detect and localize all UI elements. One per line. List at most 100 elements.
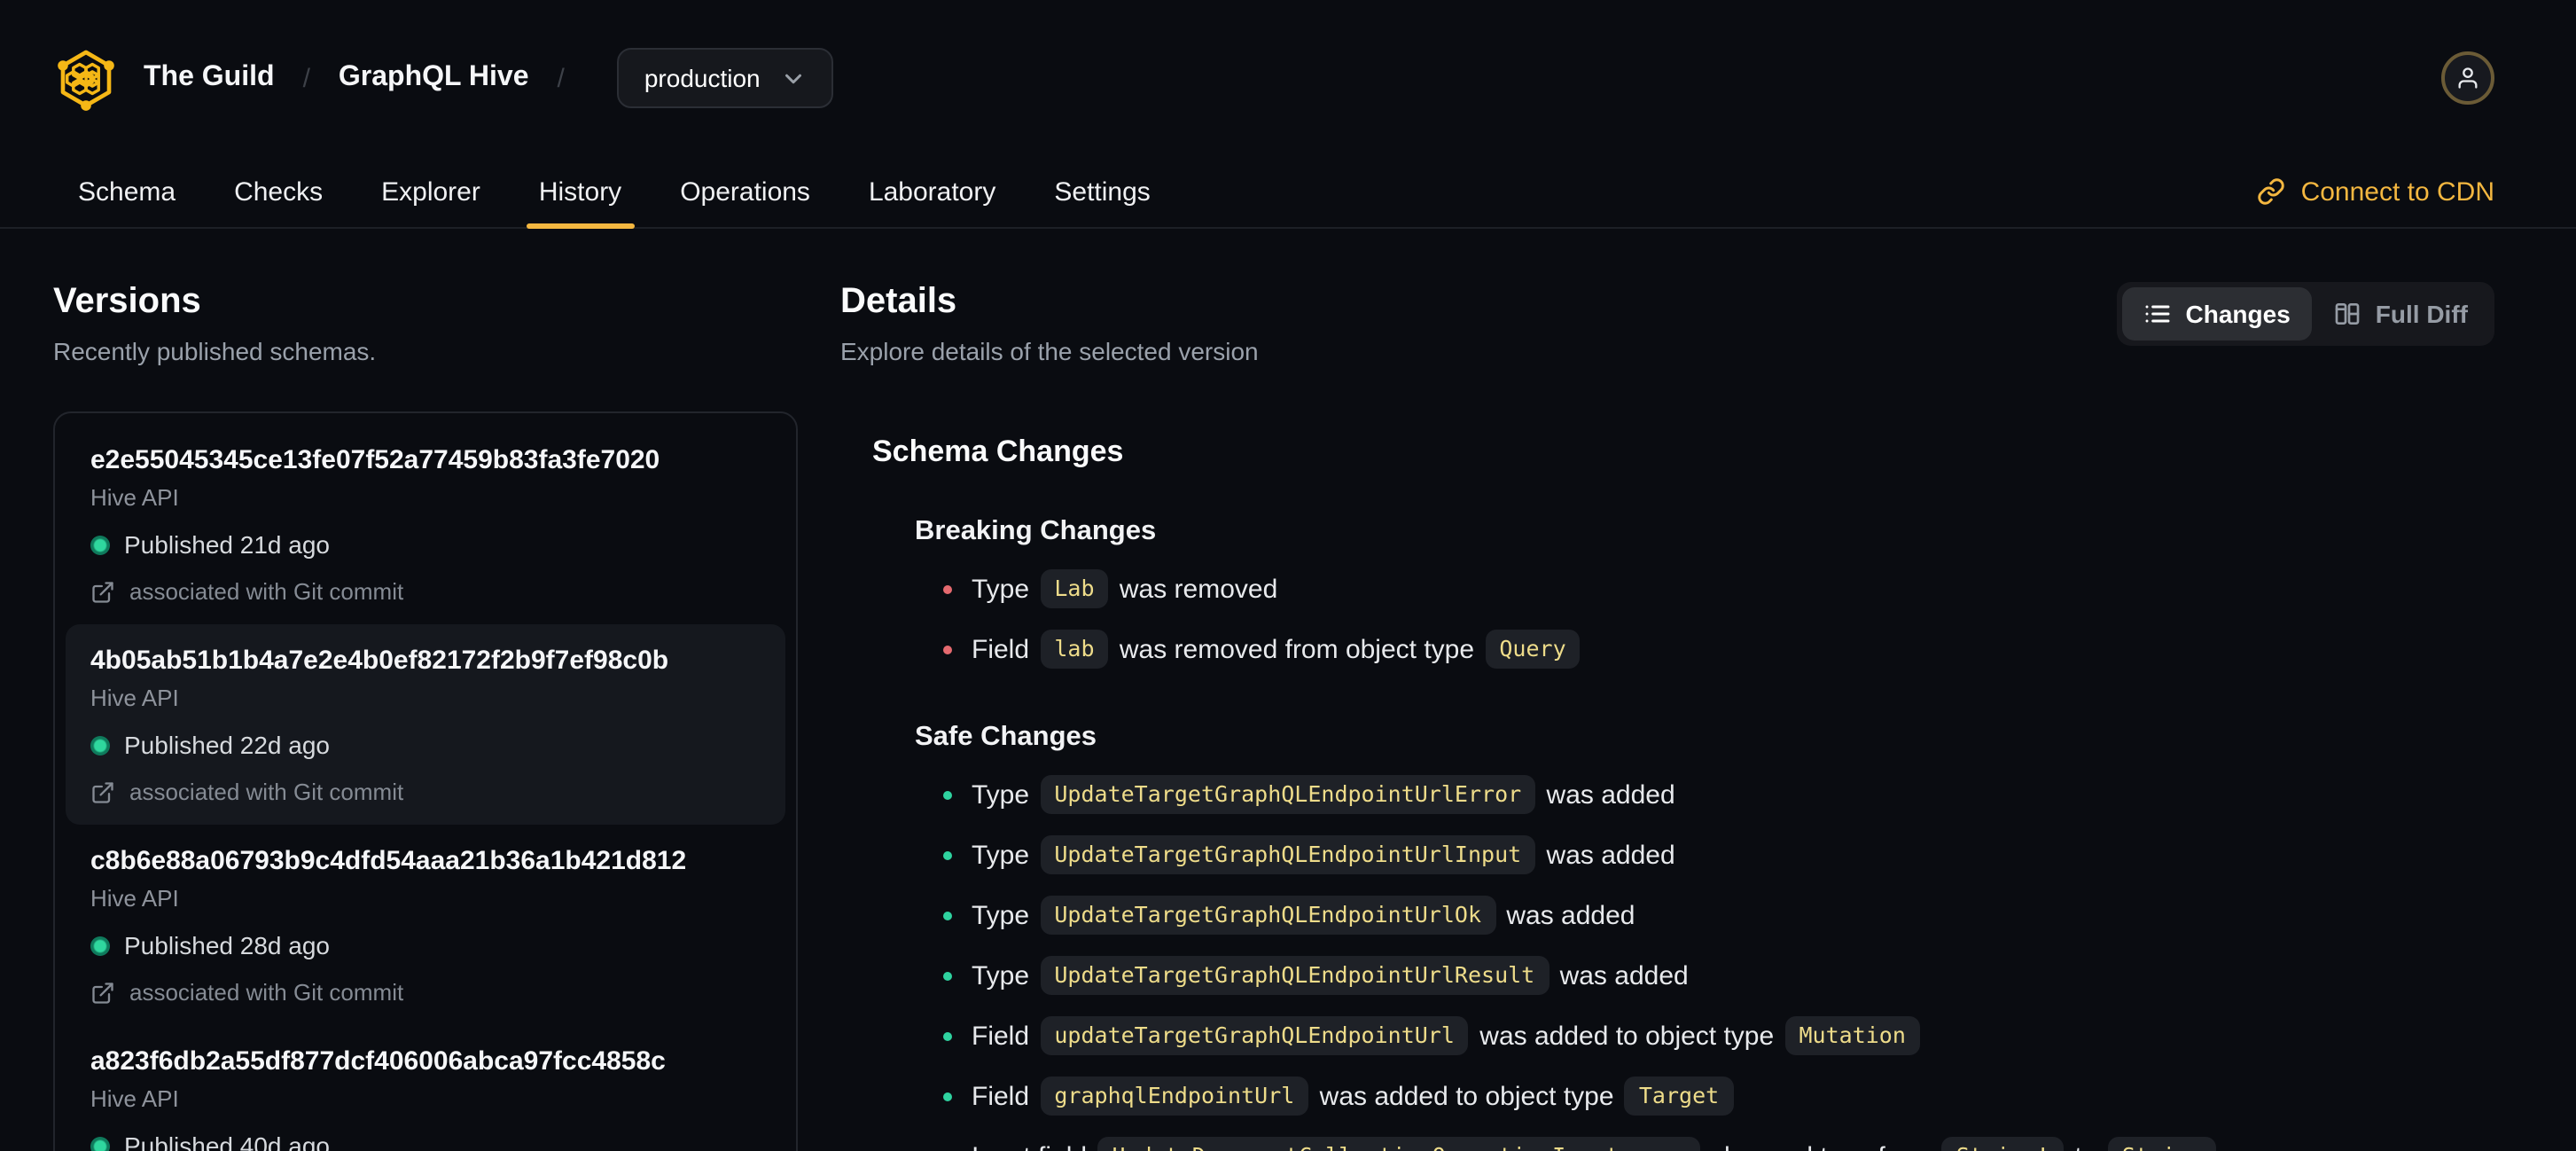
published-dot-icon	[90, 736, 110, 756]
change-row: Type Lab was removed	[943, 566, 2494, 615]
version-list: e2e55045345ce13fe07f52a77459b83fa3fe7020…	[53, 411, 798, 1151]
version-list-item[interactable]: 4b05ab51b1b4a7e2e4b0ef82172f2b9f7ef98c0b…	[66, 624, 785, 825]
version-service: Hive API	[90, 484, 179, 511]
change-section-name: Safe Changes	[915, 722, 1097, 752]
change-row: Field updateTargetGraphQLEndpointUrl was…	[943, 1013, 2494, 1062]
user-icon	[2455, 66, 2480, 90]
changes-view-label: Changes	[2185, 300, 2291, 328]
version-list-item[interactable]: a823f6db2a55df877dcf406006abca97fcc4858c…	[66, 1025, 785, 1151]
change-text: was added	[1539, 841, 1675, 871]
view-toggle: Changes Full Diff	[2116, 282, 2494, 346]
code-chip: graphqlEndpointUrl	[1040, 1077, 1309, 1116]
change-rows: Type Lab was removed Field lab was remove…	[915, 566, 2494, 676]
code-chip: UpdateDocumentCollectionOperationInput.n…	[1097, 1137, 1700, 1151]
code-chip: String!	[1941, 1137, 2065, 1151]
version-hash: 4b05ab51b1b4a7e2e4b0ef82172f2b9f7ef98c0b	[90, 646, 669, 676]
breadcrumb-separator: /	[302, 63, 310, 93]
change-text: Field	[972, 1022, 1037, 1052]
change-text: Type	[972, 780, 1037, 810]
change-row: Type UpdateTargetGraphQLEndpointUrlResul…	[943, 952, 2494, 1002]
git-commit-label: associated with Git commit	[129, 779, 404, 805]
published-label: Published 40d ago	[124, 1131, 330, 1151]
code-chip: UpdateTargetGraphQLEndpointUrlError	[1040, 775, 1536, 814]
breadcrumb-project[interactable]: GraphQL Hive	[339, 62, 529, 94]
change-row: Type UpdateTargetGraphQLEndpointUrlInput…	[943, 832, 2494, 881]
code-chip: Lab	[1040, 569, 1109, 608]
version-list-item[interactable]: e2e55045345ce13fe07f52a77459b83fa3fe7020…	[66, 424, 785, 624]
code-chip: UpdateTargetGraphQLEndpointUrlResult	[1040, 956, 1550, 995]
change-text: Type	[972, 575, 1037, 605]
change-section-breaking: Breaking Changes Type Lab was removed Fie…	[872, 516, 2494, 676]
code-chip: Query	[1485, 630, 1581, 669]
tab-laboratory[interactable]: Laboratory	[869, 156, 995, 227]
version-hash: a823f6db2a55df877dcf406006abca97fcc4858c	[90, 1046, 666, 1077]
change-row: Field lab was removed from object type Q…	[943, 626, 2494, 676]
schema-changes-title: Schema Changes	[872, 435, 1124, 468]
nav-tabs: Schema Checks Explorer History Operations Lab…	[78, 156, 1151, 229]
tab-operations[interactable]: Operations	[680, 156, 810, 227]
chevron-down-icon	[780, 65, 807, 91]
external-link-icon	[90, 579, 115, 604]
change-text: Input field	[972, 1142, 1094, 1151]
full-diff-view-button[interactable]: Full Diff	[2312, 287, 2489, 341]
schema-changes-sections: Breaking Changes Type Lab was removed Fie…	[872, 516, 2494, 1151]
tab-history[interactable]: History	[526, 156, 634, 229]
change-text: was added to object type	[1471, 1022, 1782, 1052]
change-text: was removed from object type	[1112, 635, 1482, 665]
version-service: Hive API	[90, 885, 179, 912]
version-status: Published 40d ago	[90, 1130, 761, 1151]
git-commit-label: associated with Git commit	[129, 578, 404, 605]
versions-panel: Versions Recently published schemas. e2e…	[53, 282, 798, 1151]
link-icon	[2257, 177, 2285, 206]
version-hash: c8b6e88a06793b9c4dfd54aaa21b36a1b421d812	[90, 846, 687, 876]
breadcrumb-org[interactable]: The Guild	[144, 62, 275, 94]
change-text: was added	[1539, 780, 1675, 810]
full-diff-view-label: Full Diff	[2375, 300, 2468, 328]
version-git-link[interactable]: associated with Git commit	[90, 576, 761, 607]
changes-view-button[interactable]: Changes	[2121, 287, 2312, 341]
published-label: Published 22d ago	[124, 731, 330, 759]
details-header: Details Explore details of the selected …	[840, 282, 2494, 365]
version-service: Hive API	[90, 685, 179, 711]
external-link-icon	[90, 779, 115, 804]
change-text: changed type from	[1704, 1142, 1939, 1151]
details-panel: Details Explore details of the selected …	[840, 282, 2494, 1151]
versions-title: Versions	[53, 282, 201, 321]
change-text: was added to object type	[1312, 1082, 1621, 1112]
tab-settings[interactable]: Settings	[1054, 156, 1150, 227]
hive-honeycomb-icon[interactable]	[53, 45, 119, 111]
code-chip: Target	[1624, 1077, 1734, 1116]
change-row: Type UpdateTargetGraphQLEndpointUrlOk wa…	[943, 892, 2494, 942]
change-section-safe: Safe Changes Type UpdateTargetGraphQLEnd…	[872, 722, 2494, 1151]
header: The Guild / GraphQL Hive / production	[0, 0, 2576, 156]
code-chip: lab	[1040, 630, 1109, 669]
published-dot-icon	[90, 936, 110, 956]
breadcrumb-separator: /	[557, 63, 565, 93]
version-git-link[interactable]: associated with Git commit	[90, 977, 761, 1007]
details-subtitle: Explore details of the selected version	[840, 337, 1259, 365]
target-selector[interactable]: production	[617, 48, 833, 108]
external-link-icon	[90, 980, 115, 1005]
version-status: Published 22d ago	[90, 729, 761, 763]
change-text: Type	[972, 901, 1037, 931]
tab-explorer[interactable]: Explorer	[381, 156, 480, 227]
change-text: Field	[972, 635, 1037, 665]
user-menu-button[interactable]	[2441, 51, 2494, 105]
published-label: Published 21d ago	[124, 530, 330, 559]
code-chip: UpdateTargetGraphQLEndpointUrlInput	[1040, 835, 1536, 874]
version-hash: e2e55045345ce13fe07f52a77459b83fa3fe7020	[90, 445, 660, 475]
code-chip: Mutation	[1784, 1016, 1920, 1055]
connect-to-cdn-button[interactable]: Connect to CDN	[2257, 176, 2494, 207]
published-dot-icon	[90, 1137, 110, 1151]
main-content: Versions Recently published schemas. e2e…	[0, 229, 2576, 1151]
code-chip: String	[2107, 1137, 2217, 1151]
columns-icon	[2333, 300, 2361, 328]
change-text: was added	[1552, 961, 1689, 991]
published-label: Published 28d ago	[124, 931, 330, 959]
version-git-link[interactable]: associated with Git commit	[90, 777, 761, 807]
change-text: to	[2067, 1142, 2104, 1151]
version-list-item[interactable]: c8b6e88a06793b9c4dfd54aaa21b36a1b421d812…	[66, 825, 785, 1025]
connect-to-cdn-label: Connect to CDN	[2300, 176, 2494, 207]
tab-checks[interactable]: Checks	[234, 156, 323, 227]
tab-schema[interactable]: Schema	[78, 156, 176, 227]
